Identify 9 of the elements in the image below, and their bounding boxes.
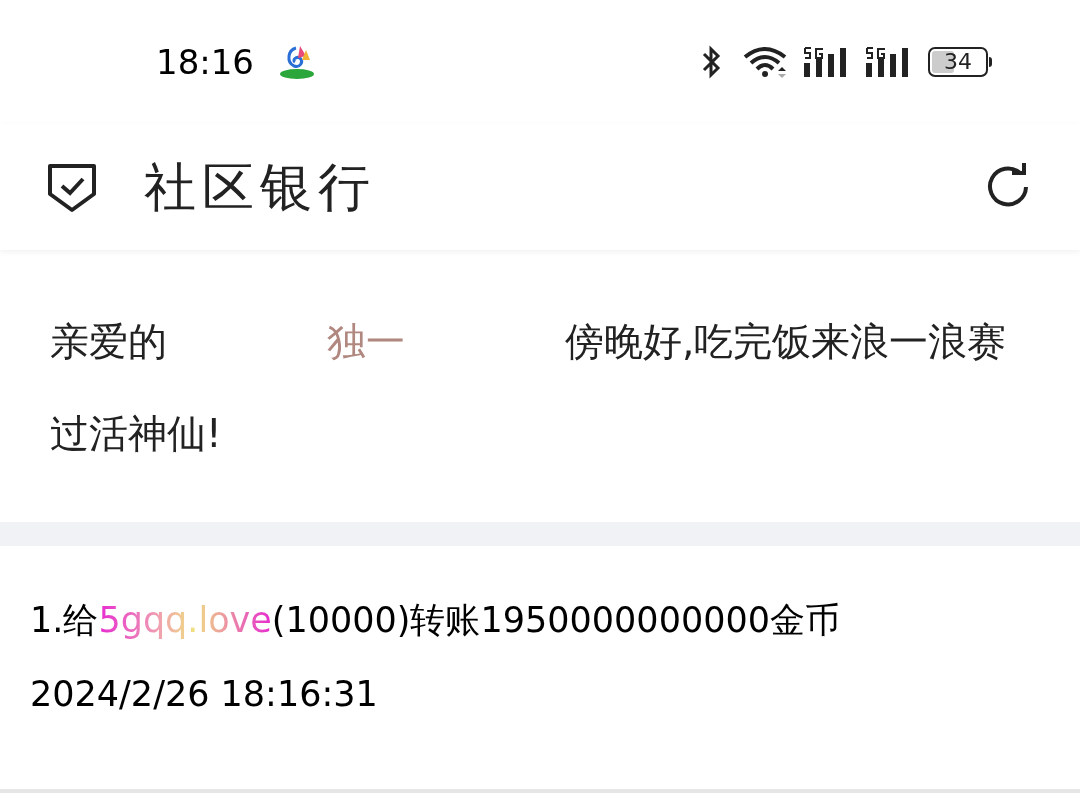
app-logo-icon <box>278 44 316 80</box>
wifi-icon <box>742 45 788 79</box>
transaction-text: 1.给5gqq.love(10000)转账1950000000000金币 <box>30 599 841 642</box>
transaction-timestamp: 2024/2/26 18:16:31 <box>30 673 379 716</box>
status-time: 18:16 <box>156 40 254 84</box>
page-title: 社区银行 <box>144 156 376 219</box>
battery-indicator: 34 <box>928 47 992 77</box>
greeting-text: 亲爱的 独一 傍晚好,吃完饭来浪一浪赛过活神仙! <box>50 318 1008 458</box>
bluetooth-icon <box>700 45 722 79</box>
